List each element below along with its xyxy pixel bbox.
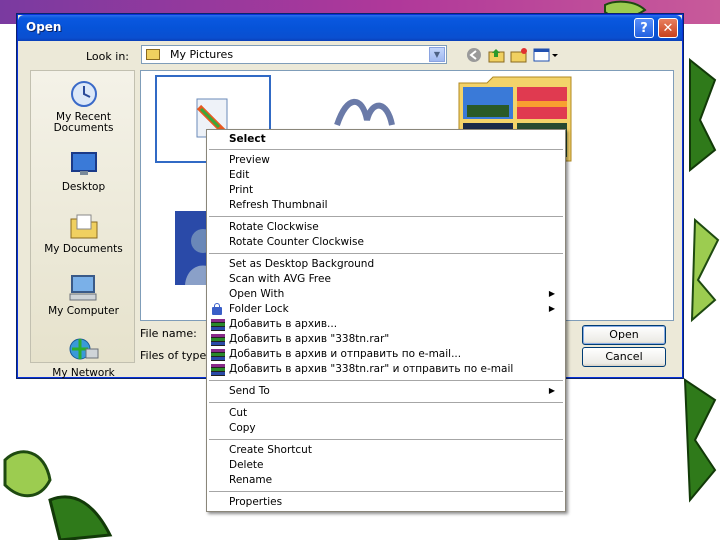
submenu-arrow-icon: ▶ bbox=[548, 386, 555, 395]
menu-item-preview[interactable]: Preview bbox=[229, 154, 270, 166]
menu-item-add-to-archive[interactable]: Добавить в архив... bbox=[229, 318, 337, 330]
recent-documents-icon bbox=[68, 79, 100, 109]
winrar-icon bbox=[211, 349, 225, 361]
file-name-label: File name: bbox=[140, 327, 197, 340]
menu-item-rotate-clockwise[interactable]: Rotate Clockwise bbox=[229, 221, 319, 233]
chevron-down-icon[interactable]: ▼ bbox=[429, 47, 445, 62]
menu-item-add-to-named-archive[interactable]: Добавить в архив "338tn.rar" bbox=[229, 333, 389, 345]
menu-item-send-to[interactable]: Send To bbox=[229, 385, 270, 397]
folder-lock-icon bbox=[212, 303, 222, 315]
menu-separator bbox=[209, 439, 563, 440]
winrar-icon bbox=[211, 319, 225, 331]
menu-separator bbox=[209, 149, 563, 150]
place-label-recent: My Recent Documents bbox=[53, 111, 114, 134]
open-button[interactable]: Open bbox=[582, 325, 666, 345]
views-menu-icon[interactable] bbox=[533, 47, 559, 63]
menu-item-add-named-archive-email[interactable]: Добавить в архив "338tn.rar" и отправить… bbox=[229, 363, 513, 375]
help-button[interactable]: ? bbox=[634, 18, 654, 38]
dialog-title: Open bbox=[26, 20, 62, 34]
menu-item-edit[interactable]: Edit bbox=[229, 169, 249, 181]
menu-item-scan-avg[interactable]: Scan with AVG Free bbox=[229, 273, 331, 285]
place-my-documents[interactable]: My Documents bbox=[31, 211, 136, 255]
menu-item-cut[interactable]: Cut bbox=[229, 407, 247, 419]
menu-item-add-archive-email[interactable]: Добавить в архив и отправить по e-mail..… bbox=[229, 348, 461, 360]
close-button[interactable]: ✕ bbox=[658, 18, 678, 38]
menu-item-refresh-thumbnail[interactable]: Refresh Thumbnail bbox=[229, 199, 328, 211]
place-label-network: My Network bbox=[52, 367, 115, 379]
my-network-icon bbox=[68, 335, 100, 365]
places-bar: My Recent Documents Desktop My Documents… bbox=[30, 70, 136, 379]
menu-item-open-with[interactable]: Open With bbox=[229, 288, 284, 300]
menu-item-copy[interactable]: Copy bbox=[229, 422, 256, 434]
cancel-button[interactable]: Cancel bbox=[582, 347, 666, 367]
menu-item-rename[interactable]: Rename bbox=[229, 474, 272, 486]
back-icon[interactable] bbox=[465, 47, 483, 63]
menu-item-folder-lock[interactable]: Folder Lock bbox=[229, 303, 289, 315]
left-leaf-decoration bbox=[3, 450, 113, 540]
my-documents-icon bbox=[68, 211, 100, 241]
menu-item-select[interactable]: Select bbox=[229, 133, 266, 145]
context-menu: Select Preview Edit Print Refresh Thumbn… bbox=[206, 129, 566, 512]
desktop-icon bbox=[68, 149, 100, 179]
submenu-arrow-icon: ▶ bbox=[548, 289, 555, 298]
place-my-recent-documents[interactable]: My Recent Documents bbox=[31, 79, 136, 134]
menu-item-rotate-counter-clockwise[interactable]: Rotate Counter Clockwise bbox=[229, 236, 364, 248]
submenu-arrow-icon: ▶ bbox=[548, 304, 555, 313]
winrar-icon bbox=[211, 364, 225, 376]
menu-item-properties[interactable]: Properties bbox=[229, 496, 282, 508]
my-computer-icon bbox=[68, 273, 100, 303]
menu-item-delete[interactable]: Delete bbox=[229, 459, 264, 471]
place-label-desktop: Desktop bbox=[61, 181, 106, 193]
look-in-dropdown[interactable]: My Pictures ▼ bbox=[141, 45, 447, 64]
menu-item-create-shortcut[interactable]: Create Shortcut bbox=[229, 444, 312, 456]
place-desktop[interactable]: Desktop bbox=[31, 149, 136, 193]
title-bar[interactable]: Open ? ✕ bbox=[18, 15, 682, 41]
menu-separator bbox=[209, 253, 563, 254]
folder-icon bbox=[146, 49, 160, 60]
menu-separator bbox=[209, 491, 563, 492]
look-in-value: My Pictures bbox=[170, 48, 234, 61]
menu-separator bbox=[209, 380, 563, 381]
place-label-documents: My Documents bbox=[44, 243, 123, 255]
file-type-label: Files of type bbox=[140, 349, 207, 362]
place-my-computer[interactable]: My Computer bbox=[31, 273, 136, 317]
look-in-label: Look in: bbox=[86, 50, 129, 63]
winrar-icon bbox=[211, 334, 225, 346]
place-label-computer: My Computer bbox=[48, 305, 119, 317]
menu-separator bbox=[209, 402, 563, 403]
menu-item-set-desktop-background[interactable]: Set as Desktop Background bbox=[229, 258, 374, 270]
place-my-network[interactable]: My Network bbox=[31, 335, 136, 379]
menu-separator bbox=[209, 216, 563, 217]
new-folder-icon[interactable] bbox=[510, 47, 528, 63]
up-folder-icon[interactable] bbox=[488, 47, 506, 63]
menu-item-print[interactable]: Print bbox=[229, 184, 253, 196]
